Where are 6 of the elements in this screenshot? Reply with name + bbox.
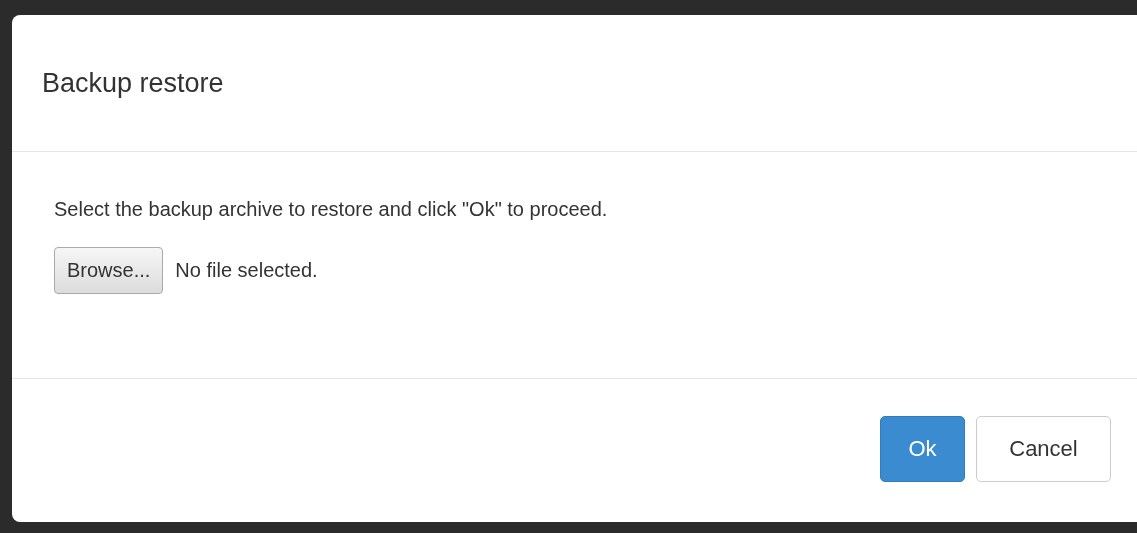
instruction-text: Select the backup archive to restore and click "Ok" to proceed. (54, 198, 609, 221)
file-status: No file selected. (175, 259, 318, 282)
cancel-button[interactable]: Cancel (976, 416, 1111, 482)
ok-button[interactable]: Ok (880, 416, 965, 482)
browse-button[interactable]: Browse... (54, 247, 164, 294)
dialog-title: Backup restore (42, 67, 224, 99)
